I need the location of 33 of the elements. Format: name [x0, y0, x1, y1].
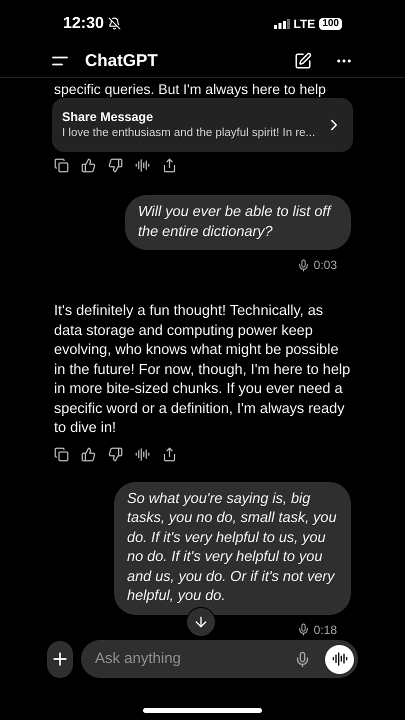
message-input[interactable]: Ask anything — [95, 648, 294, 670]
signal-icon — [274, 18, 290, 28]
audio-icon[interactable] — [135, 446, 150, 462]
share-message-card[interactable]: Share Message I love the enthusiasm and the playful spirit! In re... — [52, 98, 353, 152]
user-message-bubble: So what you're saying is, big tasks, you no do, small task, you do. If it's very helpful to us, you no do. If it's very helpful to you and us, you do. Or if it's not very helpful, you do. — [114, 482, 351, 614]
voice-waveform-icon — [332, 651, 348, 667]
add-button[interactable] — [47, 640, 73, 678]
app-title: ChatGPT — [85, 50, 158, 72]
copy-icon[interactable] — [54, 158, 69, 173]
share-icon[interactable] — [162, 446, 177, 462]
thumbs-down-icon[interactable] — [108, 158, 123, 173]
silent-icon — [108, 17, 121, 30]
voice-duration: 0:18 — [314, 622, 337, 638]
microphone-icon[interactable] — [294, 650, 311, 668]
thumbs-up-icon[interactable] — [81, 158, 96, 173]
clock: 12:30 — [63, 14, 104, 34]
menu-icon[interactable] — [52, 56, 68, 66]
audio-icon[interactable] — [135, 158, 150, 173]
user-message-bubble: Will you ever be able to list off the entire dictionary? — [125, 195, 351, 250]
microphone-icon — [296, 623, 310, 636]
assistant-message: It's definitely a fun thought! Technically, as data storage and computing power keep evolving, who knows what might be possible in the future! For now, though, I'm here to help in more bite-sized chunks. If you ever need a specific word or a definition, I'm always ready to dive in! — [54, 302, 351, 438]
network-label: LTE — [294, 16, 316, 32]
copy-icon[interactable] — [54, 446, 69, 462]
thumbs-up-icon[interactable] — [81, 446, 96, 462]
share-icon[interactable] — [162, 158, 177, 173]
message-field[interactable]: Ask anything — [81, 640, 358, 678]
microphone-icon — [296, 258, 310, 272]
battery-indicator: 100 — [319, 18, 342, 30]
assistant-message: specific queries. But I'm always here to help — [54, 80, 327, 98]
voice-mode-button[interactable] — [325, 644, 354, 674]
voice-duration: 0:03 — [314, 257, 337, 274]
thumbs-down-icon[interactable] — [108, 446, 123, 462]
new-chat-icon[interactable] — [294, 52, 312, 70]
